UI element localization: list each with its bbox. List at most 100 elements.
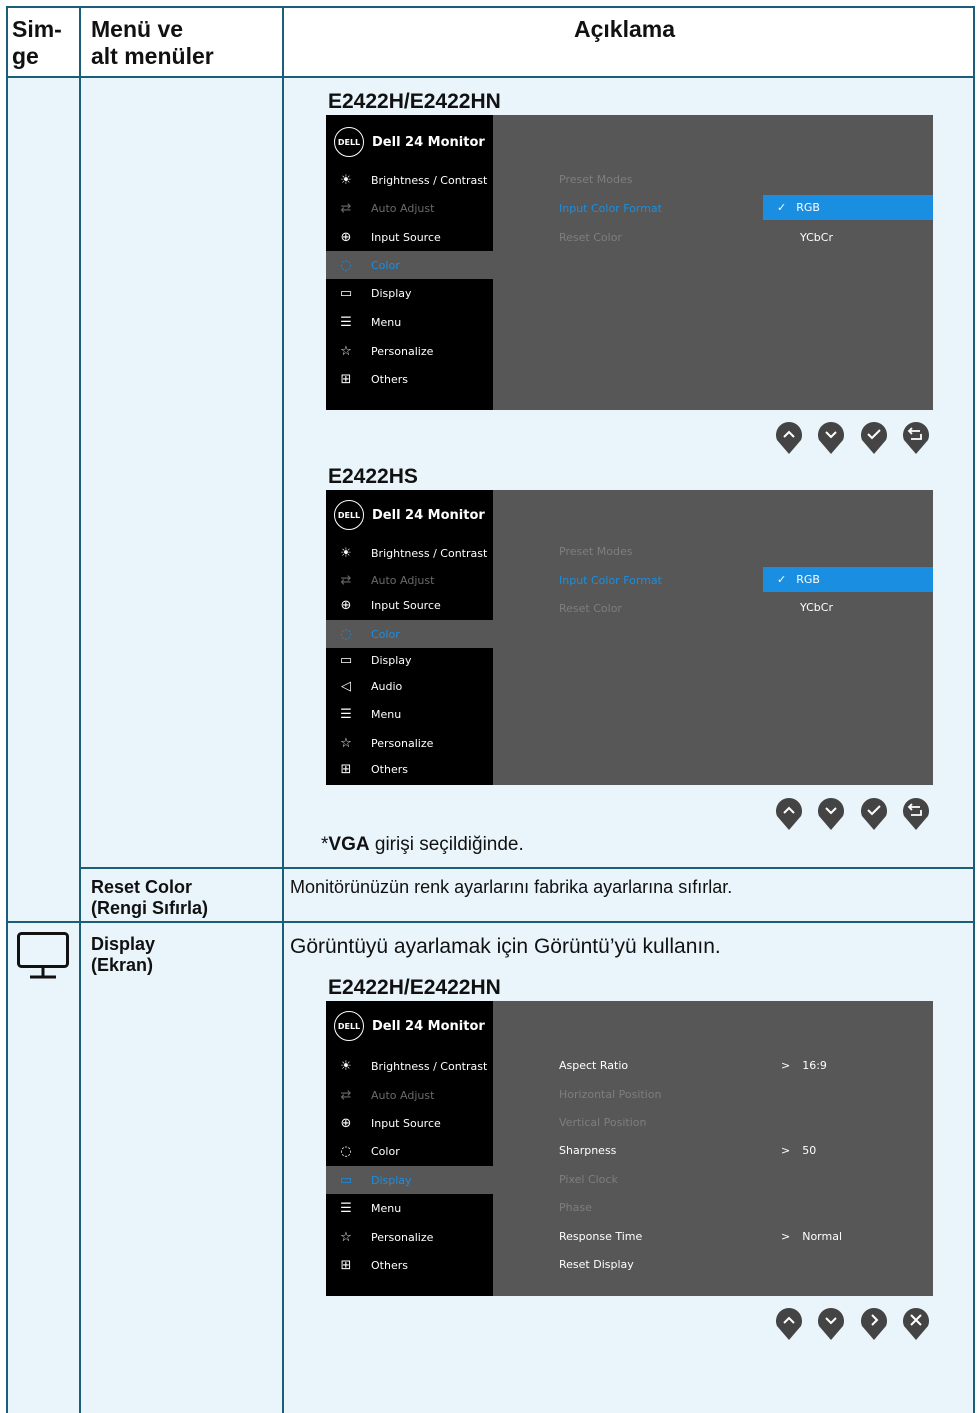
menu-item-label: Menu [371, 315, 402, 329]
value-label: 50 [802, 1144, 817, 1157]
option-pixel-clock[interactable]: Pixel Clock [559, 1173, 618, 1186]
option-phase[interactable]: Phase [559, 1201, 592, 1214]
back-button[interactable] [902, 420, 930, 454]
menu-item-others[interactable]: ⊞ Others [326, 755, 493, 783]
value-ycbcr[interactable]: YCbCr [800, 601, 833, 614]
input-source-icon: ⊕ [340, 597, 352, 613]
grid-line [282, 6, 284, 1413]
option-response-time[interactable]: Response Time [559, 1230, 642, 1243]
menu-item-color[interactable]: ◌ Color [326, 620, 493, 648]
menu-item-auto-adjust[interactable]: ⇄ Auto Adjust [326, 1081, 493, 1109]
star-icon: ☆ [340, 735, 352, 751]
footnote-bold: VGA [328, 834, 370, 855]
menu-item-auto-adjust[interactable]: ⇄ Auto Adjust [326, 566, 493, 594]
grid-line [79, 867, 975, 869]
check-button[interactable] [860, 420, 888, 454]
down-button[interactable] [817, 796, 845, 830]
menu-item-menu[interactable]: ☰ Menu [326, 700, 493, 728]
star-icon: ☆ [340, 343, 352, 359]
option-preset-modes[interactable]: Preset Modes [559, 173, 633, 186]
input-source-icon: ⊕ [340, 229, 352, 245]
menu-item-label: Personalize [371, 344, 434, 358]
up-button[interactable] [775, 420, 803, 454]
menu-item-input-source[interactable]: ⊕ Input Source [326, 1109, 493, 1137]
option-vertical-position[interactable]: Vertical Position [559, 1116, 647, 1129]
value-label: RGB [796, 573, 820, 586]
menu-item-label: Auto Adjust [371, 573, 435, 587]
display-icon: ▭ [339, 1172, 353, 1188]
menu-item-menu[interactable]: ☰ Menu [326, 308, 493, 336]
down-button[interactable] [817, 1306, 845, 1340]
menu-item-personalize[interactable]: ☆ Personalize [326, 1223, 493, 1251]
option-horizontal-position[interactable]: Horizontal Position [559, 1088, 662, 1101]
brightness-icon: ☀ [340, 545, 352, 561]
menu-item-label: Color [371, 627, 400, 641]
value-label: 16:9 [802, 1059, 827, 1072]
menu-item-label: Others [371, 372, 408, 386]
value-rgb-selected[interactable]: ✓ RGB [763, 195, 933, 220]
grid-line [79, 6, 81, 1413]
menu-icon: ☰ [340, 706, 352, 722]
menu-item-color[interactable]: ◌ Color [326, 1137, 493, 1165]
menu-item-brightness[interactable]: ☀ Brightness / Contrast [326, 1052, 493, 1080]
option-aspect-ratio[interactable]: Aspect Ratio [559, 1059, 628, 1072]
header-menu-column: Menü ve alt menüler [91, 16, 214, 69]
menu-item-personalize[interactable]: ☆ Personalize [326, 729, 493, 757]
menu-name-display: Display (Ekran) [91, 934, 156, 975]
chevron-right-icon: > [781, 1059, 791, 1072]
menu-item-others[interactable]: ⊞ Others [326, 1251, 493, 1279]
value-ycbcr[interactable]: YCbCr [800, 231, 833, 244]
menu-item-brightness[interactable]: ☀ Brightness / Contrast [326, 166, 493, 194]
display-monitor-icon [17, 932, 69, 982]
menu-item-auto-adjust[interactable]: ⇄ Auto Adjust [326, 194, 493, 222]
right-button[interactable] [860, 1306, 888, 1340]
menu-item-label: Display [371, 1173, 412, 1187]
menu-item-color[interactable]: ◌ Color [326, 251, 493, 279]
option-reset-color[interactable]: Reset Color [559, 231, 622, 244]
option-reset-display[interactable]: Reset Display [559, 1258, 634, 1271]
menu-item-others[interactable]: ⊞ Others [326, 365, 493, 393]
grid-line [6, 6, 8, 1413]
menu-item-input-source[interactable]: ⊕ Input Source [326, 591, 493, 619]
speaker-icon: ◁ [341, 678, 351, 694]
menu-item-label: Input Source [371, 1116, 441, 1130]
menu-item-display[interactable]: ▭ Display [326, 646, 493, 674]
brightness-icon: ☀ [340, 1058, 352, 1074]
option-preset-modes[interactable]: Preset Modes [559, 545, 633, 558]
down-button[interactable] [817, 420, 845, 454]
osd-header: DELL Dell 24 Monitor [334, 127, 485, 157]
footnote-text: girişi seçildiğinde. [369, 834, 524, 855]
option-sharpness[interactable]: Sharpness [559, 1144, 616, 1157]
dell-logo: DELL [334, 127, 364, 157]
up-button[interactable] [775, 796, 803, 830]
menu-item-audio[interactable]: ◁ Audio [326, 672, 493, 700]
menu-item-label: Audio [371, 679, 403, 693]
value-sharpness: >50 [781, 1144, 816, 1157]
value-rgb-selected[interactable]: ✓ RGB [763, 567, 933, 592]
close-button[interactable] [902, 1306, 930, 1340]
menu-item-display[interactable]: ▭ Display [326, 279, 493, 307]
menu-item-personalize[interactable]: ☆ Personalize [326, 337, 493, 365]
option-reset-color[interactable]: Reset Color [559, 602, 622, 615]
grid-line [6, 921, 975, 923]
menu-item-label: Personalize [371, 736, 434, 750]
menu-name-reset-color: Reset Color (Rengi Sıfırla) [91, 877, 209, 918]
menu-item-label: Menu [371, 1201, 402, 1215]
option-input-color-format[interactable]: Input Color Format [559, 574, 662, 587]
menu-item-label: Color [371, 1144, 400, 1158]
osd-screen-color: DELL Dell 24 Monitor ☀ Brightness / Contr… [326, 115, 933, 410]
menu-item-display[interactable]: ▭ Display [326, 1166, 493, 1194]
description-reset-color: Monitörünüzün renk ayarlarını fabrika ay… [290, 877, 733, 897]
up-button[interactable] [775, 1306, 803, 1340]
grid-line [6, 76, 975, 78]
back-button[interactable] [902, 796, 930, 830]
model-label: E2422H/E2422HN [328, 976, 501, 999]
star-icon: ☆ [340, 1229, 352, 1245]
menu-item-menu[interactable]: ☰ Menu [326, 1194, 493, 1222]
menu-item-label: Display [371, 286, 412, 300]
menu-item-brightness[interactable]: ☀ Brightness / Contrast [326, 539, 493, 567]
check-button[interactable] [860, 796, 888, 830]
menu-item-input-source[interactable]: ⊕ Input Source [326, 223, 493, 251]
option-input-color-format[interactable]: Input Color Format [559, 202, 662, 215]
menu-item-label: Menu [371, 707, 402, 721]
